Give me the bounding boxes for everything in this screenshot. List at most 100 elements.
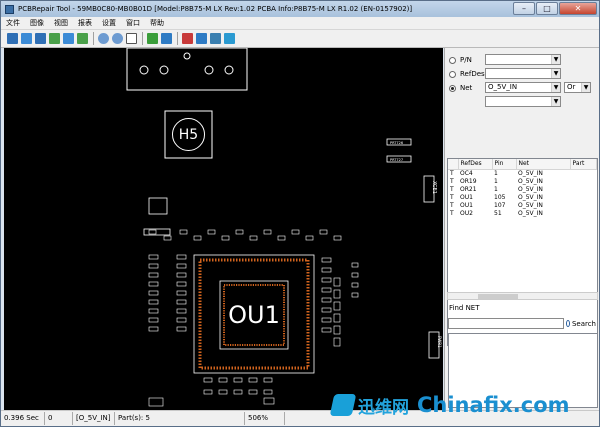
refdes-radio[interactable]: [449, 70, 456, 78]
or-combo[interactable]: Or ▼: [564, 82, 591, 93]
board-icon[interactable]: [196, 33, 207, 44]
net-combo-2[interactable]: ▼: [485, 96, 561, 107]
pcb-canvas[interactable]: H5 PRT726 PRT727 XCE1 PWR1 OU1: [4, 48, 443, 410]
cell-part: [570, 169, 597, 177]
smd-part: [207, 229, 216, 235]
smd-part: [148, 397, 164, 407]
mirror-icon[interactable]: [35, 33, 46, 44]
chevron-down-icon: ▼: [551, 55, 560, 64]
smd-part: [321, 267, 332, 273]
smd-part: [203, 389, 213, 395]
menu-help[interactable]: 帮助: [145, 18, 169, 28]
export-icon[interactable]: [224, 33, 235, 44]
net-combo[interactable]: O_5V_IN ▼: [485, 82, 561, 93]
cell-part: [570, 193, 597, 201]
chevron-down-icon: ▼: [581, 83, 590, 92]
smd-part: [351, 262, 359, 268]
table-row[interactable]: T OR19 1 O_5V_IN: [448, 177, 597, 185]
rotate-icon[interactable]: [21, 33, 32, 44]
h5-label: H5: [179, 127, 198, 143]
menu-view[interactable]: 视图: [49, 18, 73, 28]
cell-net: O_5V_IN: [518, 177, 543, 185]
table-row[interactable]: T OC4 1 O_5V_IN: [448, 169, 597, 177]
up-icon[interactable]: [77, 33, 88, 44]
smd-part: [193, 235, 202, 241]
smd-part: [263, 229, 272, 235]
search-icon: [566, 320, 570, 327]
net-icon[interactable]: [182, 33, 193, 44]
search-button[interactable]: Search: [566, 317, 596, 330]
layer-icon[interactable]: [63, 33, 74, 44]
table-row[interactable]: T OU2 51 O_5V_IN: [448, 209, 597, 217]
print-icon[interactable]: [210, 33, 221, 44]
grid-header-net[interactable]: Net: [516, 159, 571, 170]
maximize-button[interactable]: □: [536, 2, 558, 15]
zoom-in-icon[interactable]: [98, 33, 109, 44]
menu-settings[interactable]: 设置: [97, 18, 121, 28]
smd-part: [248, 377, 258, 383]
title-bar[interactable]: PCBRepair Tool - 59MB0C80-MB0B01D [Model…: [1, 1, 599, 17]
menu-image[interactable]: 图像: [25, 18, 49, 28]
cell-net: O_5V_IN: [518, 185, 543, 193]
prt-727-label: PRT727: [390, 158, 403, 162]
smd-part: [321, 277, 332, 283]
close-button[interactable]: ✕: [559, 2, 597, 15]
smd-part: [333, 235, 342, 241]
part-icon[interactable]: [161, 33, 172, 44]
smd-part: [203, 377, 213, 383]
pn-radio[interactable]: [449, 56, 456, 64]
table-row[interactable]: T OU1 107 O_5V_IN: [448, 201, 597, 209]
smd-part: [233, 377, 243, 383]
smd-part: [148, 299, 159, 305]
cell-type: T: [450, 169, 454, 177]
toolbar-separator: [177, 32, 178, 45]
grid-header-refdes[interactable]: RefDes: [458, 159, 493, 170]
smd-part: [351, 282, 359, 288]
toolbar-separator: [142, 32, 143, 45]
pointer-icon[interactable]: [126, 33, 137, 44]
net-radio[interactable]: [449, 84, 456, 92]
bom-icon[interactable]: [147, 33, 158, 44]
grid-header-part[interactable]: Part: [570, 159, 597, 170]
minimize-button[interactable]: –: [513, 2, 535, 15]
find-net-input[interactable]: [448, 318, 564, 329]
table-row[interactable]: T OR21 1 O_5V_IN: [448, 185, 597, 193]
smd-part: [163, 235, 172, 241]
status-count: 0: [45, 412, 73, 425]
refdes-combo[interactable]: ▼: [485, 68, 561, 79]
scroll-thumb[interactable]: [478, 294, 518, 299]
menu-bar: 文件 图像 视图 报表 设置 窗口 帮助: [1, 17, 599, 30]
table-row[interactable]: T OU1 105 O_5V_IN: [448, 193, 597, 201]
zoom-fit-icon[interactable]: [7, 33, 18, 44]
app-icon: [5, 4, 14, 14]
cell-refdes: OR19: [460, 177, 477, 185]
grid-header-pin[interactable]: Pin: [492, 159, 517, 170]
zoom-out-icon[interactable]: [112, 33, 123, 44]
smd-part: [321, 287, 332, 293]
pwr-label: PWR1: [437, 336, 442, 348]
smd-part: [148, 263, 159, 269]
filter-refdes-row: RefDes: [449, 68, 486, 80]
pn-combo[interactable]: ▼: [485, 54, 561, 65]
smd-part: [148, 229, 157, 235]
menu-report[interactable]: 报表: [73, 18, 97, 28]
right-panel: P/N ▼ RefDes ▼ Net O_5V_IN ▼ Or ▼ ▼ RefDes…: [444, 48, 599, 410]
smd-part: [218, 389, 228, 395]
smd-part: [233, 389, 243, 395]
smd-part: [148, 272, 159, 278]
toolbar: [1, 30, 599, 48]
watermark-en: Chinafix.com: [417, 393, 570, 417]
chevron-down-icon: ▼: [551, 83, 560, 92]
smd-part: [148, 326, 159, 332]
flip-icon[interactable]: [49, 33, 60, 44]
grid-horizontal-scrollbar[interactable]: [447, 292, 598, 300]
menu-window[interactable]: 窗口: [121, 18, 145, 28]
watermark: 迅维网 Chinafix.com: [329, 385, 600, 425]
menu-file[interactable]: 文件: [1, 18, 25, 28]
cell-refdes: OC4: [460, 169, 473, 177]
smd-part: [176, 308, 187, 314]
status-zoom: 506%: [245, 412, 285, 425]
cap-outline: [148, 197, 168, 215]
search-button-label: Search: [571, 319, 596, 328]
pcb-drawing: H5 PRT726 PRT727 XCE1 PWR1 OU1: [126, 48, 442, 407]
